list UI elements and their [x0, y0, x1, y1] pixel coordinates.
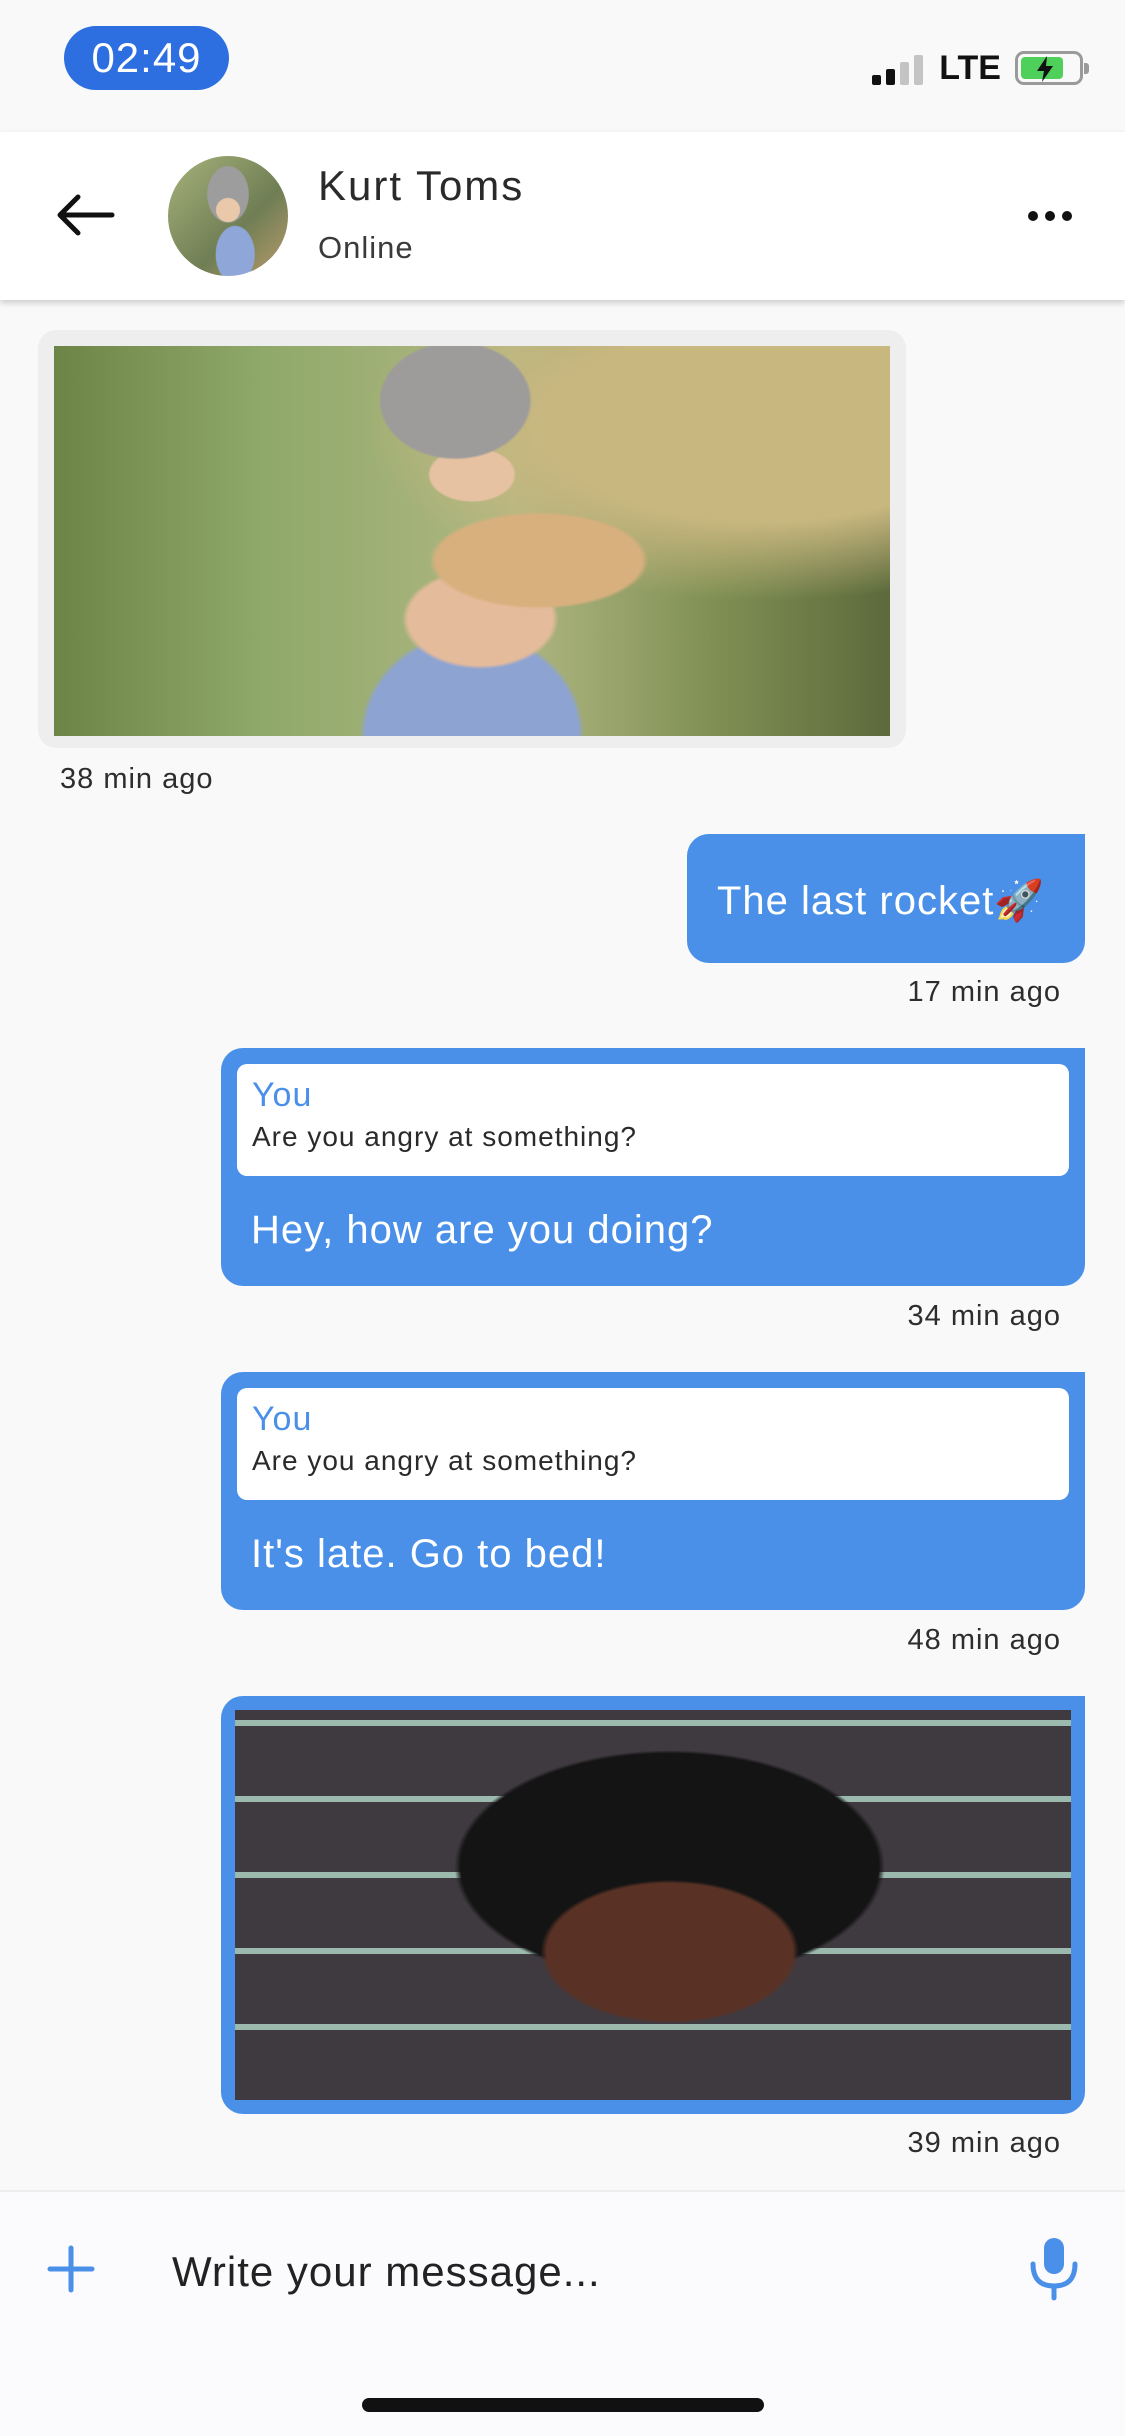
contact-status: Online	[318, 230, 414, 265]
network-label: LTE	[939, 48, 1001, 87]
chat-header: Kurt Toms Online	[0, 132, 1125, 300]
outgoing-reply-message[interactable]: You Are you angry at something? It's lat…	[221, 1372, 1085, 1610]
avatar[interactable]	[168, 156, 288, 276]
microphone-icon	[1030, 2238, 1078, 2301]
outgoing-image-message[interactable]	[221, 1696, 1085, 2114]
contact-name: Kurt Toms	[318, 162, 525, 209]
message-time: 38 min ago	[60, 763, 214, 795]
plus-icon	[47, 2245, 95, 2293]
message-text: It's late. Go to bed!	[251, 1532, 607, 1576]
reply-text: Are you angry at something?	[252, 1445, 637, 1476]
home-indicator[interactable]	[362, 2398, 764, 2412]
message-time: 34 min ago	[907, 1300, 1061, 1332]
signal-icon	[872, 51, 924, 85]
quoted-reply[interactable]: You Are you angry at something?	[237, 1388, 1069, 1500]
outgoing-reply-message[interactable]: You Are you angry at something? Hey, how…	[221, 1048, 1085, 1286]
incoming-image-message[interactable]	[38, 330, 906, 748]
battery-charging-icon	[1015, 51, 1089, 85]
more-dots-icon	[1028, 211, 1072, 221]
message-time: 39 min ago	[907, 2127, 1061, 2159]
microphone-button[interactable]	[1024, 2234, 1084, 2304]
message-time: 48 min ago	[907, 1624, 1061, 1656]
status-indicators: LTE	[872, 48, 1089, 88]
quoted-reply[interactable]: You Are you angry at something?	[237, 1064, 1069, 1176]
reply-author: You	[252, 1400, 313, 1438]
back-arrow-icon	[57, 194, 115, 236]
message-time: 17 min ago	[907, 976, 1061, 1008]
message-text: Hey, how are you doing?	[251, 1208, 714, 1252]
reply-text: Are you angry at something?	[252, 1121, 637, 1152]
woman-hat-photo	[54, 346, 890, 736]
more-options-button[interactable]	[1015, 196, 1085, 236]
message-text: The last rocket🚀	[717, 879, 1046, 923]
woman-portrait-photo	[235, 1710, 1071, 2100]
status-time: 02:49	[64, 26, 229, 90]
reply-author: You	[252, 1076, 313, 1114]
outgoing-text-message[interactable]: The last rocket🚀	[687, 834, 1085, 963]
status-bar: 02:49 LTE	[0, 0, 1125, 132]
attach-button[interactable]	[44, 2242, 98, 2296]
message-input[interactable]	[172, 2232, 972, 2312]
back-button[interactable]	[50, 180, 120, 250]
